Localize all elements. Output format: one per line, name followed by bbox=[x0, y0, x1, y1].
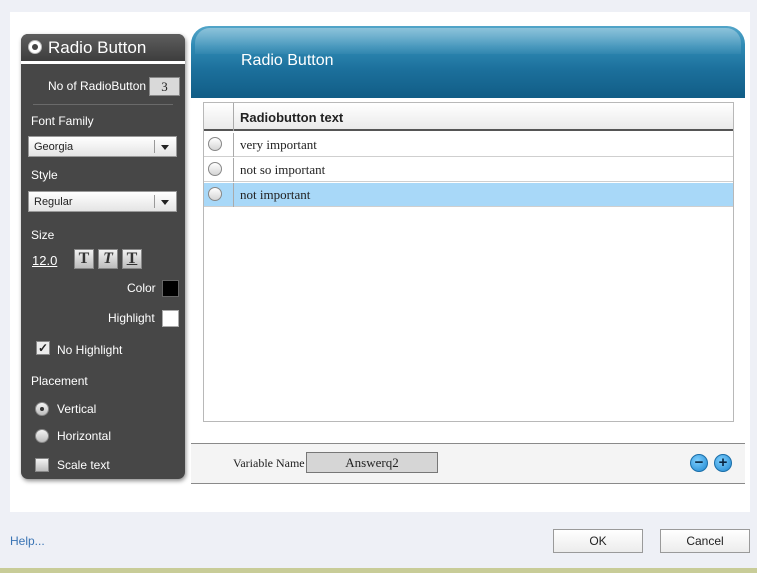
chevron-down-icon[interactable] bbox=[161, 145, 169, 150]
divider bbox=[33, 104, 173, 105]
highlight-label: Highlight bbox=[108, 311, 155, 325]
scale-text-label: Scale text bbox=[57, 458, 110, 472]
chevron-down-icon[interactable] bbox=[161, 200, 169, 205]
radio-option-icon bbox=[208, 187, 222, 201]
no-highlight-label: No Highlight bbox=[57, 343, 123, 357]
horizontal-radio[interactable] bbox=[35, 429, 49, 443]
font-family-select[interactable]: Georgia bbox=[28, 136, 177, 157]
column-header: Radiobutton text bbox=[240, 110, 344, 125]
no-highlight-checkbox[interactable]: ✓ bbox=[36, 341, 50, 355]
editor-footer: Variable Name Answerq2 − + bbox=[191, 443, 745, 484]
table-row[interactable]: not important bbox=[204, 183, 733, 207]
radio-option-icon bbox=[208, 137, 222, 151]
color-swatch[interactable] bbox=[162, 280, 179, 297]
horizontal-label: Horizontal bbox=[57, 429, 112, 443]
properties-header: Radio Button bbox=[21, 34, 185, 64]
ok-button[interactable]: OK bbox=[553, 529, 643, 553]
remove-row-button[interactable]: − bbox=[690, 454, 708, 472]
cancel-button[interactable]: Cancel bbox=[660, 529, 750, 553]
dropdown-separator bbox=[154, 140, 155, 153]
properties-title: Radio Button bbox=[48, 38, 147, 57]
vertical-radio[interactable] bbox=[35, 402, 49, 416]
help-link[interactable]: Help... bbox=[10, 534, 45, 548]
radio-count-input[interactable]: 3 bbox=[149, 77, 180, 96]
option-text[interactable]: very important bbox=[240, 137, 317, 153]
bottom-stripe bbox=[0, 568, 757, 573]
variable-name-label: Variable Name bbox=[233, 456, 305, 470]
style-select[interactable]: Regular bbox=[28, 191, 177, 212]
bold-button[interactable]: T bbox=[74, 249, 94, 269]
radio-count-label: No of RadioButton bbox=[48, 79, 147, 93]
radio-button-icon bbox=[28, 40, 42, 54]
table-row[interactable]: very important bbox=[204, 133, 733, 157]
editor-title: Radio Button bbox=[241, 52, 334, 69]
font-family-value: Georgia bbox=[34, 141, 74, 153]
editor-header: Radio Button bbox=[191, 26, 745, 98]
vertical-label: Vertical bbox=[57, 402, 97, 416]
placement-label: Placement bbox=[31, 374, 88, 388]
underline-button[interactable]: T bbox=[122, 249, 142, 269]
highlight-swatch[interactable] bbox=[162, 310, 179, 327]
row-selector bbox=[204, 133, 234, 157]
italic-button[interactable]: T bbox=[98, 249, 118, 269]
add-row-button[interactable]: + bbox=[714, 454, 732, 472]
grid-header: Radiobutton text bbox=[204, 103, 733, 131]
editor-panel: Radio Button Radiobutton text very impor… bbox=[191, 26, 745, 484]
color-label: Color bbox=[127, 281, 156, 295]
size-label: Size bbox=[31, 228, 55, 242]
option-text[interactable]: not important bbox=[240, 187, 310, 203]
size-value[interactable]: 12.0 bbox=[32, 253, 57, 268]
row-selector bbox=[204, 158, 234, 182]
style-label: Style bbox=[31, 168, 58, 182]
radio-option-icon bbox=[208, 162, 222, 176]
row-selector bbox=[204, 183, 234, 207]
style-value: Regular bbox=[34, 196, 73, 208]
option-text[interactable]: not so important bbox=[240, 162, 325, 178]
grid-header-selector bbox=[204, 103, 234, 131]
scale-text-checkbox[interactable] bbox=[35, 458, 49, 472]
properties-panel: Radio Button No of RadioButton 3 Font Fa… bbox=[21, 34, 185, 479]
font-family-label: Font Family bbox=[31, 114, 94, 128]
dropdown-separator bbox=[154, 195, 155, 208]
variable-name-input[interactable]: Answerq2 bbox=[306, 452, 438, 473]
radio-options-grid: Radiobutton text very important not so im… bbox=[203, 102, 734, 422]
table-row[interactable]: not so important bbox=[204, 158, 733, 182]
